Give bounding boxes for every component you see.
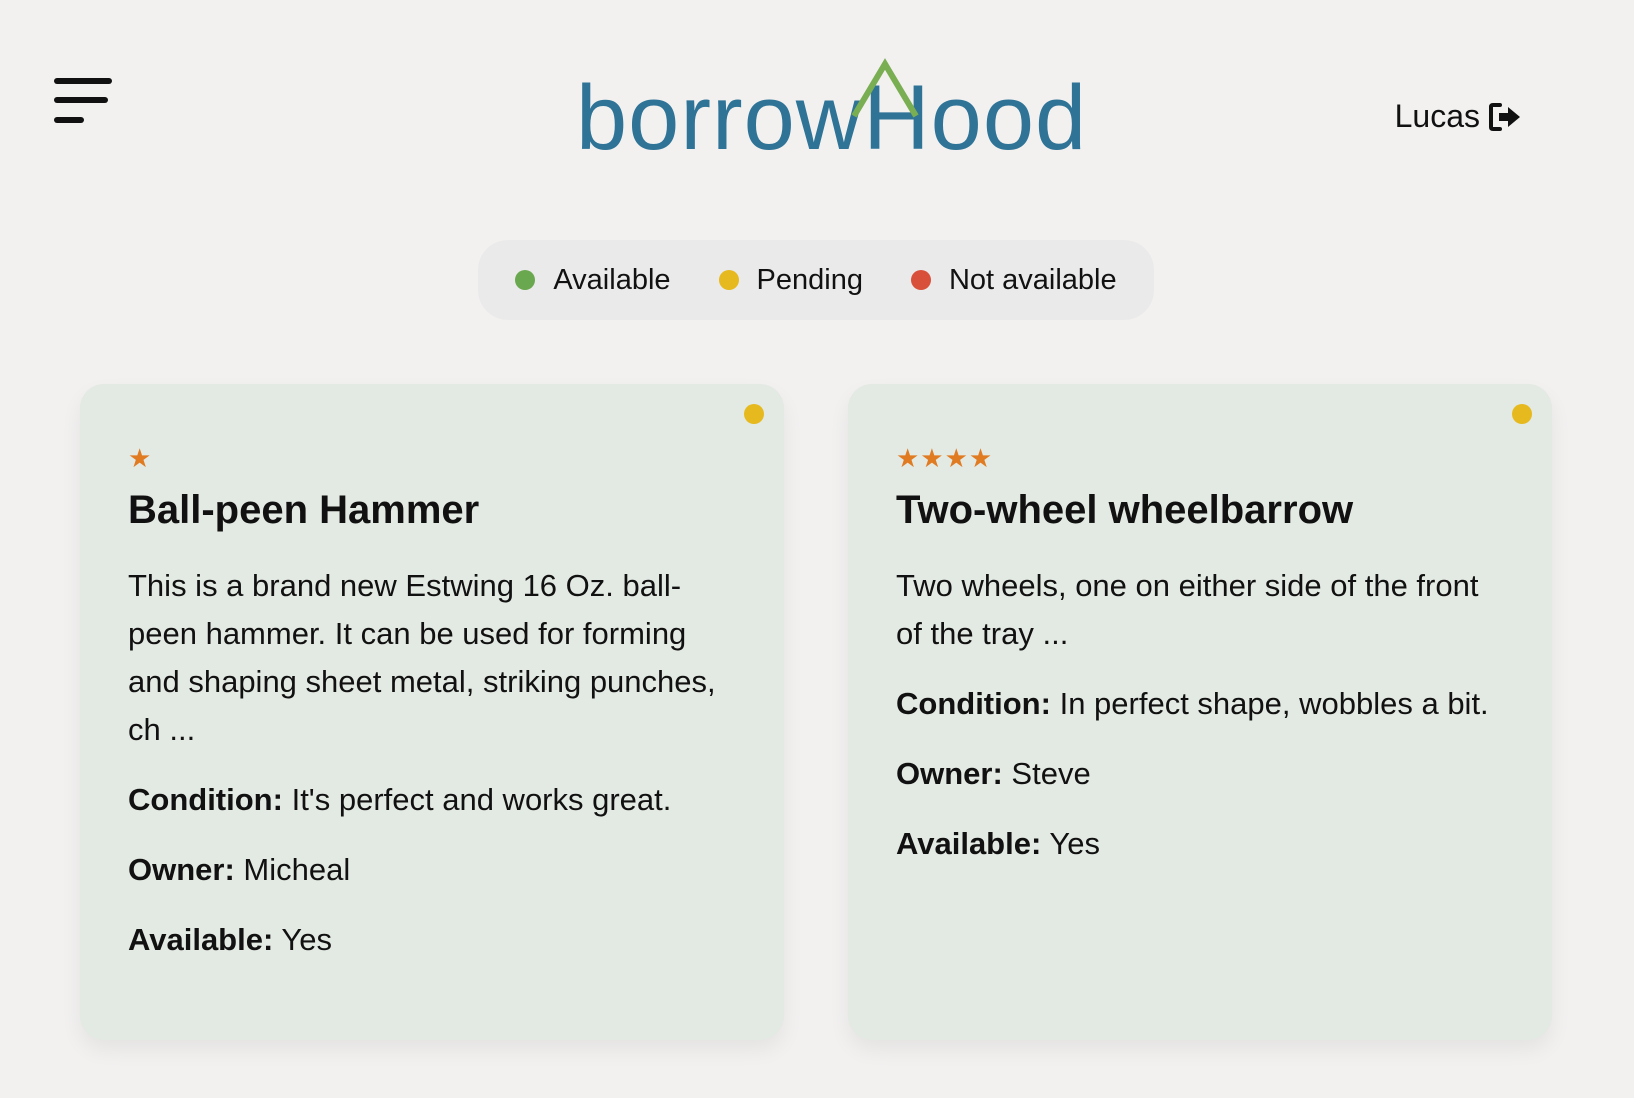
status-dot xyxy=(1512,404,1532,424)
legend-label: Not available xyxy=(948,263,1117,296)
owner-value: Steve xyxy=(1011,756,1091,791)
item-description: Two wheels, one on either side of the fr… xyxy=(896,568,1479,651)
legend-label: Pending xyxy=(756,263,863,296)
item-card-ball-peen-hammer[interactable]: ★ Ball-peen Hammer This is a brand new E… xyxy=(80,384,784,1040)
owner-field: Owner: Steve xyxy=(896,750,1504,798)
house-roof-icon xyxy=(851,58,919,118)
available-dot xyxy=(515,270,536,290)
condition-field: Condition: It's perfect and works great. xyxy=(128,776,736,824)
logout-icon[interactable] xyxy=(1488,102,1522,132)
owner-value: Micheal xyxy=(243,852,351,887)
condition-label: Condition: xyxy=(128,782,283,817)
user-logout[interactable]: Lucas xyxy=(1395,98,1522,135)
item-description: This is a brand new Estwing 16 Oz. ball-… xyxy=(128,568,716,747)
user-name: Lucas xyxy=(1394,98,1480,134)
owner-field: Owner: Micheal xyxy=(128,846,736,894)
condition-label: Condition: xyxy=(896,686,1051,721)
condition-value: It's perfect and works great. xyxy=(291,782,672,817)
available-label: Available: xyxy=(128,922,274,957)
available-field: Available: Yes xyxy=(128,916,736,964)
status-dot xyxy=(744,404,764,424)
owner-label: Owner: xyxy=(896,756,1003,791)
pending-dot xyxy=(718,270,739,290)
status-legend: Available Pending Not available xyxy=(478,240,1154,320)
page: borrowHood Lucas Available Pending Not a… xyxy=(0,0,1634,1098)
rating-stars: ★ xyxy=(128,443,153,473)
condition-value: In perfect shape, wobbles a bit. xyxy=(1059,686,1489,721)
available-field: Available: Yes xyxy=(896,820,1504,868)
hamburger-menu-icon[interactable] xyxy=(54,78,114,126)
legend-not-available: Not available xyxy=(910,263,1117,297)
legend-pending: Pending xyxy=(718,263,863,297)
condition-field: Condition: In perfect shape, wobbles a b… xyxy=(896,680,1504,728)
legend-available: Available xyxy=(515,263,671,297)
not-available-dot xyxy=(910,270,931,290)
owner-label: Owner: xyxy=(128,852,235,887)
available-label: Available: xyxy=(896,826,1042,861)
item-title: Ball-peen Hammer xyxy=(128,488,480,532)
logo[interactable]: borrowHood xyxy=(576,58,1086,168)
item-title: Two-wheel wheelbarrow xyxy=(896,488,1354,532)
legend-label: Available xyxy=(553,263,671,296)
logo-text: borrowHood xyxy=(576,67,1088,169)
available-value: Yes xyxy=(1049,826,1100,861)
rating-stars: ★★★★ xyxy=(896,443,994,473)
item-card-two-wheel-wheelbarrow[interactable]: ★★★★ Two-wheel wheelbarrow Two wheels, o… xyxy=(848,384,1552,1040)
available-value: Yes xyxy=(281,922,332,957)
